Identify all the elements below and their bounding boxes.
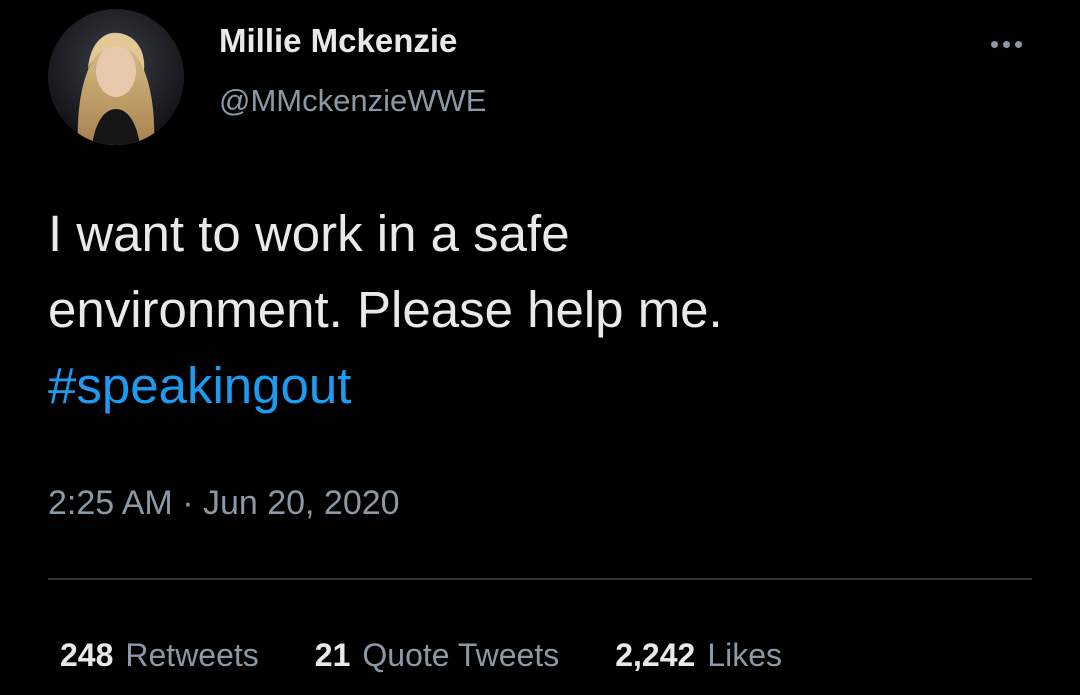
more-dot <box>1002 40 1010 48</box>
likes-label: Likes <box>707 637 783 673</box>
retweets-count: 248 <box>60 637 114 673</box>
quote-tweets-label: Quote Tweets <box>362 637 560 673</box>
more-options-icon[interactable] <box>980 30 1032 58</box>
quote-tweets-stat[interactable]: 21 Quote Tweets <box>315 639 559 671</box>
divider <box>48 578 1032 580</box>
likes-stat[interactable]: 2,242 Likes <box>615 639 782 671</box>
avatar[interactable] <box>48 9 184 145</box>
display-name[interactable]: Millie Mckenzie <box>219 24 457 57</box>
avatar-image <box>48 9 184 145</box>
retweets-label: Retweets <box>125 637 259 673</box>
more-dot <box>1014 40 1022 48</box>
likes-count: 2,242 <box>615 637 696 673</box>
tweet-stats: 248 Retweets 21 Quote Tweets 2,242 Likes <box>60 639 838 671</box>
quote-tweets-count: 21 <box>314 637 351 673</box>
tweet-timestamp[interactable]: 2:25 AM · Jun 20, 2020 <box>48 486 400 520</box>
tweet-text-line: I want to work in a safe <box>48 205 570 262</box>
more-dot <box>990 40 998 48</box>
hashtag-link[interactable]: #speakingout <box>48 348 1048 424</box>
user-handle[interactable]: @MMckenzieWWE <box>219 85 486 116</box>
retweets-stat[interactable]: 248 Retweets <box>60 639 259 671</box>
tweet-text-line: environment. Please help me. <box>48 281 723 338</box>
tweet-text: I want to work in a safe environment. Pl… <box>48 196 1048 424</box>
